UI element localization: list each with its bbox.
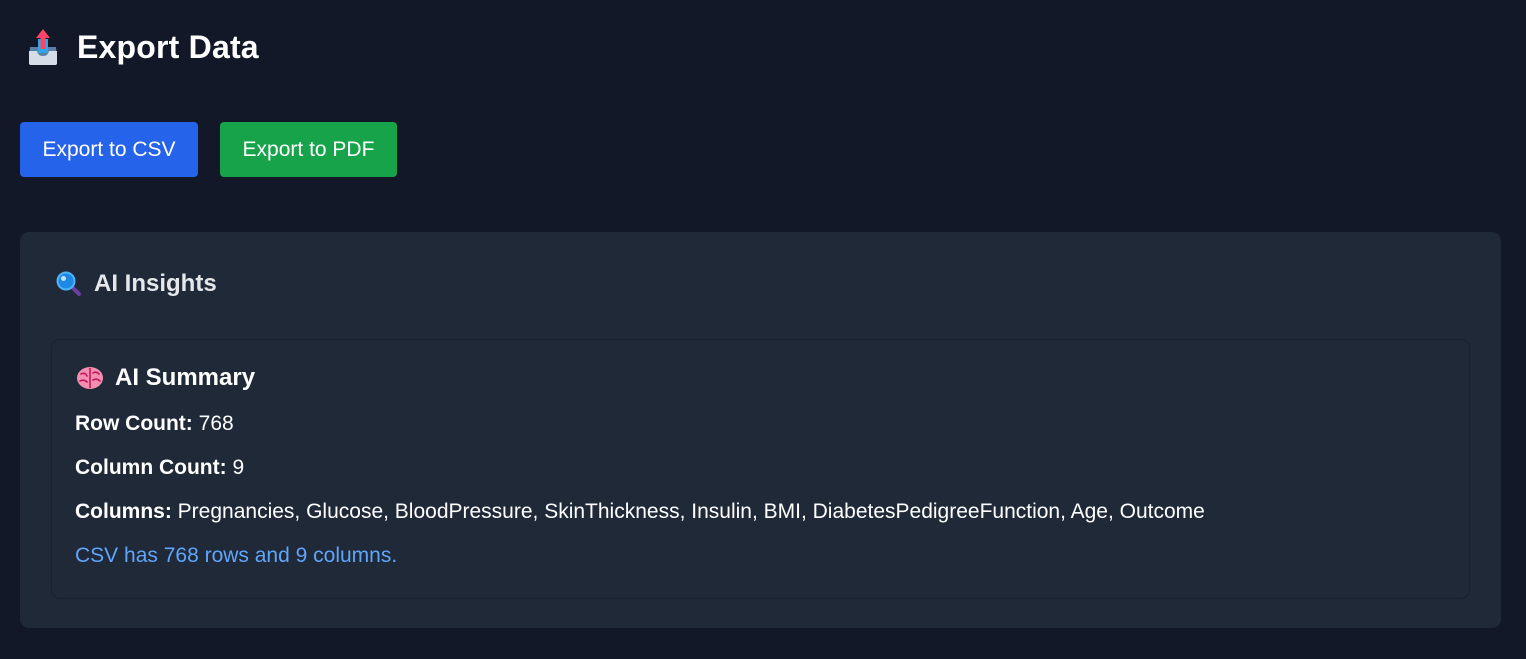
ai-insights-header: AI Insights [56, 270, 217, 298]
export-csv-button[interactable]: Export to CSV [20, 122, 198, 177]
columns-line: Columns: Pregnancies, Glucose, BloodPres… [75, 500, 1205, 524]
export-page: Export Data Export to CSV Export to PDF … [0, 0, 1526, 659]
page-title: Export Data [77, 28, 259, 65]
outbox-tray-icon [26, 27, 60, 67]
columns-value: Pregnancies, Glucose, BloodPressure, Ski… [177, 500, 1205, 523]
export-actions: Export to CSV Export to PDF [20, 122, 397, 177]
ai-insights-title: AI Insights [94, 270, 217, 297]
ai-insights-card: AI Insights AI Summary Row Count: 768 Co… [20, 232, 1501, 628]
page-header: Export Data [26, 27, 259, 67]
magnifying-glass-icon [56, 271, 82, 297]
column-count-label: Column Count: [75, 456, 227, 479]
brain-icon [75, 364, 105, 392]
ai-summary-panel: AI Summary Row Count: 768 Column Count: … [52, 340, 1469, 598]
column-count-value: 9 [232, 456, 245, 479]
export-pdf-button[interactable]: Export to PDF [220, 122, 397, 177]
row-count-label: Row Count: [75, 412, 193, 435]
ai-summary-title: AI Summary [115, 364, 256, 391]
ai-summary-header: AI Summary [75, 364, 255, 392]
row-count-value: 768 [198, 412, 234, 435]
columns-label: Columns: [75, 500, 172, 523]
csv-summary-note: CSV has 768 rows and 9 columns. [75, 544, 398, 567]
column-count-line: Column Count: 9 [75, 456, 244, 480]
row-count-line: Row Count: 768 [75, 412, 234, 436]
